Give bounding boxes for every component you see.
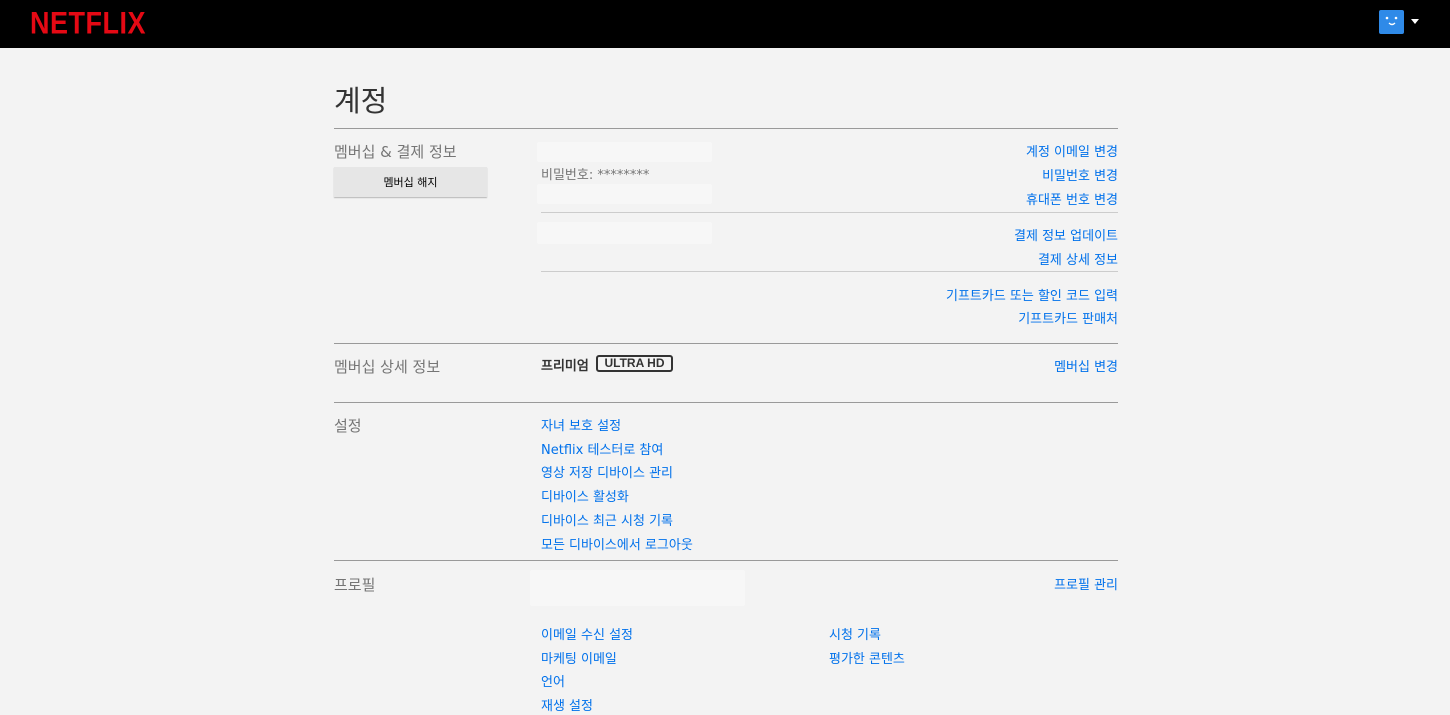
manage-profiles-link[interactable]: 프로필 관리	[1054, 574, 1118, 593]
subsection-divider	[541, 271, 1118, 272]
top-navigation-bar: NETFLIX	[0, 0, 1450, 48]
ultra-hd-badge: ULTRA HD	[596, 355, 673, 372]
profile-avatar-icon[interactable]	[1379, 10, 1404, 34]
change-password-link[interactable]: 비밀번호 변경	[1042, 165, 1118, 184]
settings-section-label: 설정	[334, 417, 362, 435]
test-participation-link[interactable]: Netflix 테스터로 참여	[541, 439, 663, 458]
viewing-activity-link[interactable]: 시청 기록	[829, 624, 881, 643]
membership-section-label: 멤버십 & 결제 정보	[334, 143, 457, 161]
parental-controls-link[interactable]: 자녀 보호 설정	[541, 415, 621, 434]
netflix-logo[interactable]: NETFLIX	[30, 6, 146, 42]
ratings-link[interactable]: 평가한 콘텐츠	[829, 648, 905, 667]
section-divider	[334, 343, 1118, 344]
activate-device-link[interactable]: 디바이스 활성화	[541, 486, 629, 505]
page-title: 계정	[334, 84, 388, 118]
email-preferences-link[interactable]: 이메일 수신 설정	[541, 624, 633, 643]
profile-section-label: 프로필	[334, 576, 376, 594]
password-text: 비밀번호: ********	[541, 168, 650, 183]
marketing-email-link[interactable]: 마케팅 이메일	[541, 648, 617, 667]
blurred-profile-name	[530, 570, 745, 606]
sign-out-all-devices-link[interactable]: 모든 디바이스에서 로그아웃	[541, 534, 693, 553]
playback-settings-link[interactable]: 재생 설정	[541, 695, 593, 714]
section-divider	[334, 560, 1118, 561]
update-payment-link[interactable]: 결제 정보 업데이트	[1014, 225, 1118, 244]
redeem-gift-card-link[interactable]: 기프트카드 또는 할인 코드 입력	[946, 285, 1118, 304]
caret-down-icon[interactable]	[1411, 19, 1419, 24]
change-phone-link[interactable]: 휴대폰 번호 변경	[1026, 189, 1118, 208]
gift-card-store-link[interactable]: 기프트카드 판매처	[1018, 308, 1118, 327]
section-divider	[334, 128, 1118, 129]
change-email-link[interactable]: 계정 이메일 변경	[1026, 141, 1118, 160]
blurred-email	[537, 142, 712, 162]
language-link[interactable]: 언어	[541, 671, 565, 690]
section-divider	[334, 402, 1118, 403]
subsection-divider	[541, 212, 1118, 213]
change-plan-link[interactable]: 멤버십 변경	[1054, 356, 1118, 375]
blurred-phone	[537, 184, 712, 204]
download-devices-link[interactable]: 영상 저장 디바이스 관리	[541, 462, 673, 481]
recent-device-activity-link[interactable]: 디바이스 최근 시청 기록	[541, 510, 673, 529]
blurred-payment-method	[537, 222, 712, 244]
plan-section-label: 멤버십 상세 정보	[334, 358, 441, 376]
cancel-membership-button[interactable]: 멤버십 해지	[334, 167, 487, 197]
smile-icon	[1385, 16, 1398, 26]
plan-name: 프리미엄	[541, 359, 589, 374]
billing-details-link[interactable]: 결제 상세 정보	[1038, 249, 1118, 268]
